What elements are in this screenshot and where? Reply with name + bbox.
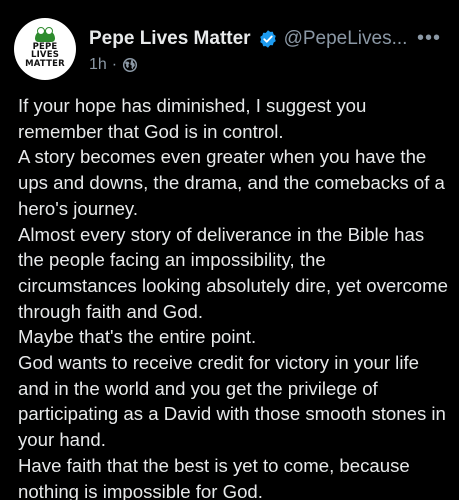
post-paragraph: God wants to receive credit for victory … bbox=[18, 352, 446, 451]
timestamp[interactable]: 1h bbox=[89, 56, 107, 74]
post-meta: 1h · bbox=[89, 56, 138, 74]
more-options-icon[interactable]: ••• bbox=[417, 28, 441, 48]
post-paragraph: Almost every story of deliverance in the… bbox=[18, 223, 448, 322]
author-handle[interactable]: @PepeLives... bbox=[284, 28, 408, 50]
author-name[interactable]: Pepe Lives Matter bbox=[89, 28, 251, 50]
post-header: Pepe Lives Matter @PepeLives... bbox=[89, 26, 407, 52]
post-body: If your hope has diminished, I suggest y… bbox=[18, 93, 448, 500]
globe-icon bbox=[122, 57, 138, 73]
verified-badge-icon bbox=[258, 29, 278, 49]
pepe-logo-icon bbox=[35, 26, 55, 42]
post: PEPE LIVES MATTER Pepe Lives Matter @Pep… bbox=[0, 0, 459, 500]
avatar[interactable]: PEPE LIVES MATTER bbox=[14, 18, 76, 80]
post-paragraph: Have faith that the best is yet to come,… bbox=[18, 454, 410, 500]
meta-separator: · bbox=[111, 56, 118, 73]
post-paragraph: Maybe that's the entire point. bbox=[18, 326, 257, 348]
post-paragraph: A story becomes even greater when you ha… bbox=[18, 146, 445, 219]
post-paragraph: If your hope has diminished, I suggest y… bbox=[18, 95, 367, 142]
avatar-text-line-3: MATTER bbox=[25, 58, 65, 69]
